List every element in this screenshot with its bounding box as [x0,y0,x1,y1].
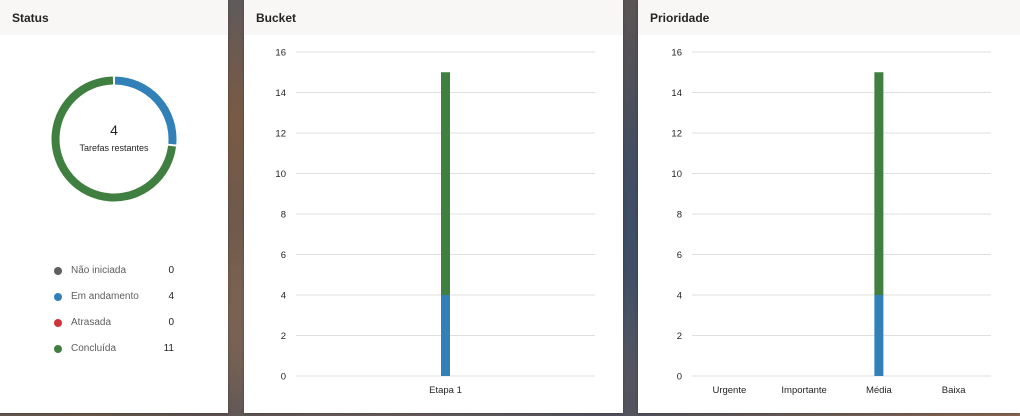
x-tick-label-baixa: Baixa [942,385,966,396]
legend-label: Concluída [71,343,117,354]
x-tick-label-urgente: Urgente [712,385,746,396]
legend-item-concluida[interactable]: Concluída 11 [54,341,178,367]
legend-item-nao-iniciada[interactable]: Não iniciada 0 [54,263,178,289]
x-tick-label-etapa-1: Etapa 1 [429,385,462,396]
status-donut-chart[interactable]: 4 Tarefas restantes [48,73,180,205]
legend-count: 0 [168,317,174,328]
priority-bar-chart: 0 2 4 6 8 10 12 14 16 Urgente Importante Média Baixa [671,48,991,396]
legend-label: Em andamento [71,291,139,302]
y-tick-label: 10 [671,169,682,180]
legend-dot-icon [54,345,62,353]
status-legend: Não iniciada 0 Em andamento 4 Atrasada 0 Concl… [54,263,178,367]
y-tick-label: 0 [281,372,286,383]
legend-count: 4 [168,291,174,302]
y-tick-label: 4 [281,291,286,302]
y-tick-label: 4 [677,291,682,302]
legend-count: 11 [163,343,174,354]
priority-bar-media-series-1[interactable] [874,72,884,295]
legend-label: Atrasada [71,317,112,328]
legend-item-em-andamento[interactable]: Em andamento 4 [54,289,178,315]
y-tick-label: 2 [677,331,682,342]
y-tick-label: 12 [275,129,286,140]
legend-label: Não iniciada [71,265,127,276]
y-tick-label: 12 [671,129,682,140]
y-tick-label: 10 [275,169,286,180]
x-tick-label-importante: Importante [781,385,826,396]
bucket-bar-etapa-1-series-0[interactable] [441,295,450,376]
priority-card: Prioridade 0 2 4 6 8 10 12 14 16 Urgente Important… [638,0,1020,413]
legend-dot-icon [54,293,62,301]
legend-item-atrasada[interactable]: Atrasada 0 [54,315,178,341]
y-tick-label: 6 [281,250,286,261]
status-card: Status 4 Tarefas restantes Não iniciada 0… [0,0,228,413]
y-tick-label: 16 [275,48,286,59]
y-tick-label: 0 [677,372,682,383]
donut-center: 4 Tarefas restantes [48,121,180,153]
legend-dot-icon [54,319,62,327]
y-tick-label: 8 [281,210,286,221]
legend-count: 0 [168,265,174,276]
x-tick-label-media: Média [866,385,893,396]
status-card-title: Status [0,0,228,35]
bucket-card-title: Bucket [244,0,623,35]
remaining-count: 4 [110,122,118,138]
y-tick-label: 8 [677,210,682,221]
y-tick-label: 14 [671,88,682,99]
legend-dot-icon [54,267,62,275]
bucket-card: Bucket 0 2 4 6 8 10 12 14 16 Etapa 1 [244,0,623,413]
priority-bar-media-series-0[interactable] [874,295,884,376]
bucket-bar-etapa-1-series-1[interactable] [441,72,450,295]
remaining-label: Tarefas restantes [79,143,149,153]
y-tick-label: 14 [275,88,286,99]
y-tick-label: 16 [671,48,682,59]
y-tick-label: 6 [677,250,682,261]
priority-card-title: Prioridade [638,0,1020,35]
bucket-bar-chart: 0 2 4 6 8 10 12 14 16 Etapa 1 [275,48,595,396]
y-tick-label: 2 [281,331,286,342]
